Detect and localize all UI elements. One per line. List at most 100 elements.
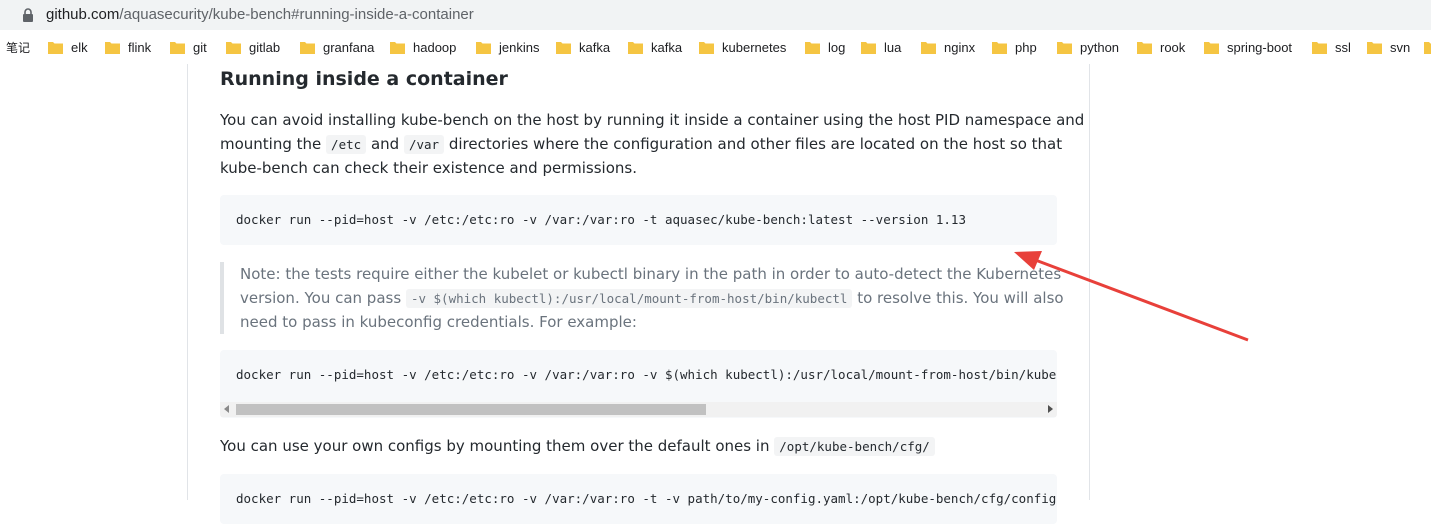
bookmark-item[interactable]: kafka (556, 38, 610, 56)
bookmark-item[interactable]: git (170, 38, 207, 56)
bookmark-label: granfana (323, 39, 375, 55)
bookmark-item[interactable]: ssl (1312, 38, 1351, 56)
folder-icon (226, 41, 241, 54)
configs-paragraph: You can use your own configs by mounting… (220, 434, 935, 459)
folder-icon (1424, 41, 1431, 54)
intro-paragraph-line-2: mounting the /etc and /var directories w… (220, 132, 1062, 157)
folder-icon (476, 41, 491, 54)
bookmark-item[interactable]: rook (1137, 38, 1185, 56)
bookmark-item[interactable]: gitlab (226, 38, 280, 56)
bookmark-label: hadoop (413, 39, 457, 55)
bookmark-label: nginx (944, 39, 976, 55)
code-text: docker run --pid=host -v /etc:/etc:ro -v… (236, 212, 966, 227)
folder-icon (1312, 41, 1327, 54)
bookmark-label: jenkins (499, 39, 540, 55)
bookmark-label: python (1080, 39, 1120, 55)
bookmark-label: 笔记 (6, 40, 31, 55)
content-left-border (187, 64, 188, 500)
folder-icon (170, 41, 185, 54)
section-heading: Running inside a container (220, 68, 508, 90)
address-field[interactable]: github.com/aquasecurity/kube-bench#runni… (0, 0, 1431, 30)
folder-icon (805, 41, 820, 54)
bookmark-label: kubernetes (722, 39, 787, 55)
bookmark-label: php (1015, 39, 1037, 55)
bookmark-item[interactable]: python (1057, 38, 1119, 56)
bookmark-item[interactable]: granfana (300, 38, 374, 56)
text: and (370, 135, 400, 153)
intro-paragraph-line-3: kube-bench can check their existence and… (220, 159, 637, 177)
folder-icon (699, 41, 714, 54)
folder-icon (300, 41, 315, 54)
folder-icon (390, 41, 405, 54)
note-blockquote: Note: the tests require either the kubel… (220, 262, 1064, 334)
bookmark-item[interactable]: php (992, 38, 1037, 56)
url-text[interactable]: github.com/aquasecurity/kube-bench#runni… (46, 6, 474, 23)
text: mounting the (220, 135, 322, 153)
bookmark-item[interactable]: lua (861, 38, 901, 56)
folder-icon (861, 41, 876, 54)
folder-icon (105, 41, 120, 54)
bookmark-item[interactable]: nginx (921, 38, 975, 56)
text: version. You can pass (240, 289, 402, 307)
browser-url-bar: github.com/aquasecurity/kube-bench#runni… (0, 0, 1431, 30)
folder-icon (992, 41, 1007, 54)
text: directories where the configuration and … (448, 135, 1063, 153)
folder-icon (921, 41, 936, 54)
code-text: docker run --pid=host -v /etc:/etc:ro -v… (236, 491, 1057, 506)
bookmark-label: git (193, 39, 207, 55)
bookmark-item[interactable]: kubernetes (699, 38, 786, 56)
folder-icon (1137, 41, 1152, 54)
scroll-left-icon[interactable] (224, 405, 229, 413)
folder-icon (1057, 41, 1072, 54)
bookmark-overflow-folder[interactable] (1424, 38, 1431, 56)
url-host: github.com (46, 6, 120, 23)
inline-code-var: /var (403, 135, 445, 154)
text: to resolve this. You will also (857, 289, 1064, 307)
bookmark-label: log (828, 39, 846, 55)
bookmark-item[interactable]: flink (105, 38, 151, 56)
note-line-2: version. You can pass -v $(which kubectl… (240, 286, 1064, 311)
scroll-right-icon[interactable] (1048, 405, 1053, 413)
bookmark-item[interactable]: elk (48, 38, 88, 56)
bookmark-label: elk (71, 39, 88, 55)
note-line-3: need to pass in kubeconfig credentials. … (240, 313, 637, 331)
bookmark-label: spring-boot (1227, 39, 1293, 55)
bookmark-label: ssl (1335, 39, 1351, 55)
inline-code-cfg-path: /opt/kube-bench/cfg/ (774, 437, 935, 456)
folder-icon (628, 41, 643, 54)
folder-icon (556, 41, 571, 54)
readme-content: Running inside a container You can avoid… (0, 64, 1431, 524)
code-block-2[interactable]: docker run --pid=host -v /etc:/etc:ro -v… (220, 350, 1057, 418)
folder-icon (1204, 41, 1219, 54)
bookmark-label: svn (1390, 39, 1411, 55)
folder-icon (1367, 41, 1382, 54)
inline-code-etc: /etc (326, 135, 367, 154)
bookmark-item[interactable]: kafka (628, 38, 682, 56)
scrollbar-thumb[interactable] (236, 404, 706, 415)
bookmark-item[interactable]: svn (1367, 38, 1410, 56)
bookmark-label: flink (128, 39, 152, 55)
bookmark-item[interactable]: hadoop (390, 38, 456, 56)
bookmarks-bar: 笔记 elk flink git gitlab granfana hadoop jenkins… (0, 30, 1431, 65)
note-line-1: Note: the tests require either the kubel… (240, 265, 1062, 283)
bookmark-item[interactable]: spring-boot (1204, 38, 1292, 56)
bookmark-label: lua (884, 39, 902, 55)
content-right-border (1089, 64, 1090, 500)
bookmark-item[interactable]: log (805, 38, 845, 56)
lock-icon (23, 8, 33, 22)
code-block-1[interactable]: docker run --pid=host -v /etc:/etc:ro -v… (220, 195, 1057, 245)
bookmark-label: kafka (579, 39, 611, 55)
intro-paragraph-line-1: You can avoid installing kube-bench on t… (220, 111, 1085, 129)
bookmark-label: rook (1160, 39, 1186, 55)
code-block-3[interactable]: docker run --pid=host -v /etc:/etc:ro -v… (220, 474, 1057, 524)
bookmark-label: kafka (651, 39, 683, 55)
text: You can use your own configs by mounting… (220, 437, 770, 455)
code-text: docker run --pid=host -v /etc:/etc:ro -v… (236, 367, 1057, 382)
bookmark-label: gitlab (249, 39, 281, 55)
url-path: /aquasecurity/kube-bench#running-inside-… (119, 6, 474, 23)
folder-icon (48, 41, 63, 54)
bookmark-item[interactable]: jenkins (476, 38, 539, 56)
inline-code-kubectl-mount: -v $(which kubectl):/usr/local/mount-fro… (405, 289, 853, 308)
horizontal-scrollbar[interactable] (220, 402, 1057, 417)
bookmark-item[interactable]: 笔记 (6, 38, 30, 56)
